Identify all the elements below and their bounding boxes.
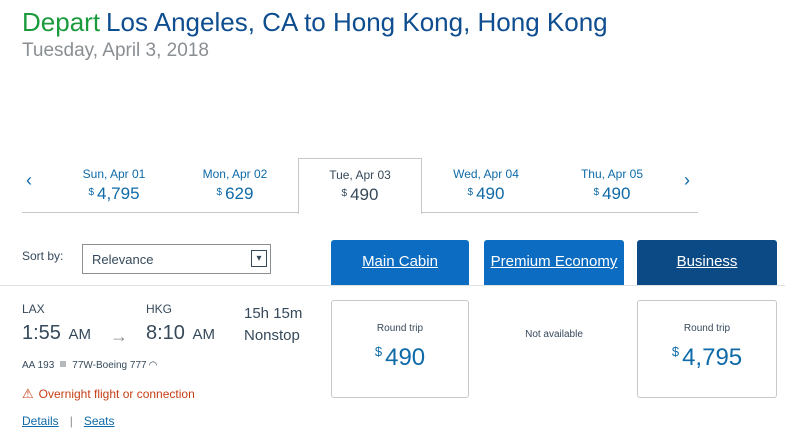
date-tab-apr-05[interactable]: Thu, Apr 05 $490: [550, 158, 674, 213]
arrive-time-value: 8:10: [146, 322, 185, 344]
depart-time-value: 1:55: [22, 322, 61, 344]
fare-main-cabin[interactable]: Round trip $490: [331, 300, 469, 398]
date-tab-label: Tue, Apr 03: [329, 168, 391, 182]
warning-text: Overnight flight or connection: [38, 387, 195, 401]
price-amount: 629: [225, 184, 254, 203]
fare-price: $4,795: [638, 344, 776, 372]
chevron-right-icon[interactable]: ›: [684, 170, 690, 191]
aircraft-type: 77W-Boeing 777: [72, 360, 147, 371]
date-tab-label: Thu, Apr 05: [580, 167, 644, 181]
sort-select[interactable]: Relevance ▾: [82, 244, 271, 274]
arrow-right-icon: →: [110, 326, 128, 346]
date-tab-label: Wed, Apr 04: [453, 167, 519, 181]
flight-links: Details | Seats: [22, 414, 115, 428]
currency-symbol: $: [341, 188, 348, 199]
arrive-time: 8:10 AM: [146, 322, 215, 345]
cabin-tab-business[interactable]: Business: [637, 240, 777, 285]
details-link[interactable]: Details: [22, 414, 59, 428]
chevron-left-icon[interactable]: ‹: [26, 170, 32, 191]
date-tab-price: $490: [299, 185, 421, 205]
currency-symbol: $: [671, 344, 680, 359]
date-tab-apr-04[interactable]: Wed, Apr 04 $490: [424, 158, 548, 213]
fare-amount: 4,795: [682, 344, 743, 371]
fare-type: Round trip: [376, 323, 424, 334]
flight-meta: AA 193 77W-Boeing 777 ◠: [22, 360, 157, 371]
results-divider: [0, 285, 785, 286]
origin-code: LAX: [22, 302, 45, 316]
cabin-tab-premium-economy[interactable]: Premium Economy: [484, 240, 624, 285]
currency-symbol: $: [374, 344, 383, 359]
date-selector: ‹ Sun, Apr 01 $4,795 Mon, Apr 02 $629 Tu…: [22, 158, 698, 214]
fare-type: Round trip: [683, 323, 731, 334]
date-tab-apr-03-selected[interactable]: Tue, Apr 03 $490: [298, 158, 422, 214]
flight-number: AA 193: [22, 360, 55, 371]
warning-icon: ⚠: [22, 386, 34, 401]
price-amount: 490: [602, 184, 631, 203]
fare-price: $490: [332, 344, 468, 372]
destination-code: HKG: [146, 302, 173, 316]
price-amount: 4,795: [97, 184, 140, 203]
chevron-down-icon: ▾: [251, 250, 267, 267]
page-title: Depart Los Angeles, CA to Hong Kong, Hong…: [22, 6, 608, 38]
travel-date: Tuesday, April 3, 2018: [22, 40, 209, 61]
date-tab-price: $629: [173, 184, 297, 204]
fare-business[interactable]: Round trip $4,795: [637, 300, 777, 398]
date-tab-apr-01[interactable]: Sun, Apr 01 $4,795: [52, 158, 176, 213]
route-title: Los Angeles, CA to Hong Kong, Hong Kong: [106, 7, 608, 37]
price-amount: 490: [476, 184, 505, 203]
date-tab-label: Mon, Apr 02: [202, 167, 268, 181]
date-tab-price: $490: [424, 184, 548, 204]
date-tab-apr-02[interactable]: Mon, Apr 02 $629: [173, 158, 297, 213]
fare-amount: 490: [385, 344, 426, 371]
flight-duration: 15h 15m: [244, 305, 303, 322]
depart-ampm: AM: [68, 326, 92, 343]
currency-symbol: $: [593, 187, 600, 198]
seats-link[interactable]: Seats: [84, 414, 115, 428]
sort-selected-value: Relevance: [92, 252, 154, 267]
date-tab-price: $490: [550, 184, 674, 204]
fare-premium-unavailable: Not available: [525, 329, 583, 340]
currency-symbol: $: [216, 187, 223, 198]
seat-map-icon: [60, 361, 67, 367]
date-tab-price: $4,795: [52, 184, 176, 204]
currency-symbol: $: [467, 187, 474, 198]
cabin-tab-main[interactable]: Main Cabin: [331, 240, 469, 285]
page-header: Depart Los Angeles, CA to Hong Kong, Hong…: [22, 6, 608, 62]
overnight-warning: ⚠ Overnight flight or connection: [22, 386, 195, 402]
depart-label: Depart: [22, 7, 101, 37]
sort-label: Sort by:: [22, 249, 64, 263]
link-separator: |: [69, 414, 73, 428]
currency-symbol: $: [88, 187, 94, 198]
depart-time: 1:55 AM: [22, 322, 91, 345]
flight-stops: Nonstop: [244, 327, 300, 344]
wifi-icon: ◠: [148, 360, 158, 371]
price-amount: 490: [350, 185, 379, 204]
arrive-ampm: AM: [192, 326, 216, 343]
date-tab-label: Sun, Apr 01: [82, 167, 146, 181]
